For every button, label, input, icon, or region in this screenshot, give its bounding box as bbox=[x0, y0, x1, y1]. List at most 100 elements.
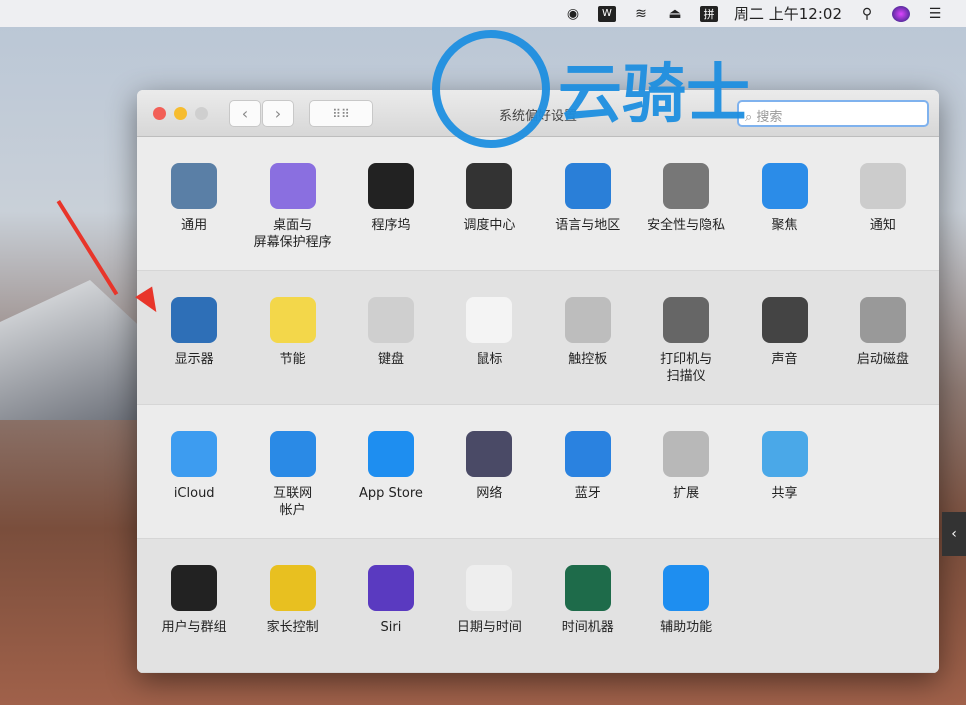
pane-label: 桌面与 屏幕保护程序 bbox=[253, 218, 332, 250]
preference-pane[interactable]: 程序坞 bbox=[342, 137, 440, 270]
preference-pane[interactable]: 语言与地区 bbox=[539, 137, 637, 270]
pane-label: 键盘 bbox=[377, 352, 404, 367]
system-preferences-window: ‹ › ⠿⠿ 系统偏好设置 ⌕ 搜索 通用 桌面与 屏幕保护程序 程序坞 调度中心 语言… bbox=[137, 90, 939, 673]
menu-clock[interactable]: 周二 上午12:02 bbox=[734, 3, 842, 24]
menu-bar: ◉ W ≋ ⏏ 拼 周二 上午12:02 ⚲ ☰ bbox=[0, 0, 966, 27]
pane-label: 安全性与隐私 bbox=[647, 218, 726, 233]
pane-label: 互联网 帐户 bbox=[273, 486, 313, 518]
pane-label: 时间机器 bbox=[561, 620, 614, 635]
preference-pane[interactable]: 通用 bbox=[145, 137, 243, 270]
preference-pane[interactable]: 桌面与 屏幕保护程序 bbox=[243, 137, 341, 270]
users-icon bbox=[171, 565, 218, 611]
preference-pane[interactable]: 显示器 bbox=[145, 271, 243, 404]
preference-pane[interactable]: 日期与时间 bbox=[440, 539, 538, 672]
at-icon bbox=[269, 431, 316, 477]
record-icon[interactable]: ◉ bbox=[564, 6, 582, 22]
wifi-icon[interactable]: ≋ bbox=[632, 6, 650, 22]
preference-pane[interactable]: 时间机器 bbox=[539, 539, 637, 672]
pane-label: App Store bbox=[359, 486, 423, 501]
preference-pane[interactable]: 打印机与 扫描仪 bbox=[637, 271, 735, 404]
sharing-folder-icon bbox=[761, 431, 808, 477]
icloud-icon bbox=[171, 431, 218, 477]
preference-pane[interactable]: 触控板 bbox=[539, 271, 637, 404]
watermark-logo: 云骑士 bbox=[432, 30, 750, 148]
preference-pane[interactable]: 安全性与隐私 bbox=[637, 137, 735, 270]
knight-logo-icon bbox=[432, 30, 550, 148]
time-machine-icon bbox=[564, 565, 611, 611]
pinyin-input-icon[interactable]: 拼 bbox=[700, 5, 718, 22]
preference-pane[interactable]: 蓝牙 bbox=[539, 405, 637, 538]
flag-icon bbox=[564, 163, 611, 209]
preference-pane[interactable]: 互联网 帐户 bbox=[243, 405, 341, 538]
preference-pane[interactable]: iCloud bbox=[145, 405, 243, 538]
eject-icon[interactable]: ⏏ bbox=[666, 6, 684, 22]
pane-label: 家长控制 bbox=[266, 620, 319, 635]
clock-icon bbox=[466, 565, 513, 611]
house-lock-icon bbox=[663, 163, 710, 209]
preference-pane[interactable]: 节能 bbox=[243, 271, 341, 404]
preference-pane[interactable]: 通知 bbox=[834, 137, 932, 270]
pane-label: 蓝牙 bbox=[574, 486, 601, 501]
parental-controls-icon bbox=[269, 565, 316, 611]
pane-label: 日期与时间 bbox=[456, 620, 522, 635]
general-icon bbox=[171, 163, 218, 209]
preference-pane[interactable]: 鼠标 bbox=[440, 271, 538, 404]
search-placeholder: 搜索 bbox=[756, 110, 783, 125]
preference-pane[interactable]: 网络 bbox=[440, 405, 538, 538]
pane-label: 调度中心 bbox=[463, 218, 516, 233]
pane-label: 通用 bbox=[181, 218, 208, 233]
preference-pane[interactable]: 家长控制 bbox=[243, 539, 341, 672]
notification-center-icon[interactable]: ☰ bbox=[926, 6, 944, 22]
siri-icon bbox=[367, 565, 414, 611]
preference-pane[interactable]: 扩展 bbox=[637, 405, 735, 538]
wallpaper-mountain bbox=[0, 280, 150, 420]
preference-pane[interactable]: 辅助功能 bbox=[637, 539, 735, 672]
preference-grid: 通用 桌面与 屏幕保护程序 程序坞 调度中心 语言与地区 安全性与隐私 聚焦 通知显示器 节能 键… bbox=[137, 137, 939, 673]
preference-row: 用户与群组 家长控制 Siri 日期与时间 时间机器 辅助功能 bbox=[137, 539, 939, 673]
accessibility-icon bbox=[663, 565, 710, 611]
preference-pane[interactable]: 键盘 bbox=[342, 271, 440, 404]
disk-icon bbox=[859, 297, 906, 343]
mission-control-icon bbox=[466, 163, 513, 209]
preference-pane[interactable]: 用户与群组 bbox=[145, 539, 243, 672]
pane-label: 打印机与 扫描仪 bbox=[660, 352, 713, 384]
pane-label: 启动磁盘 bbox=[856, 352, 909, 367]
search-input[interactable]: ⌕ 搜索 bbox=[737, 100, 929, 127]
pane-label: 触控板 bbox=[568, 352, 608, 367]
bluetooth-icon bbox=[564, 431, 611, 477]
pane-label: 显示器 bbox=[174, 352, 214, 367]
preference-row: iCloud 互联网 帐户 App Store 网络 蓝牙 扩展 共享 bbox=[137, 405, 939, 539]
preference-pane[interactable]: 启动磁盘 bbox=[834, 271, 932, 404]
speaker-icon bbox=[761, 297, 808, 343]
spotlight-search-icon[interactable]: ⚲ bbox=[858, 6, 876, 22]
wps-icon[interactable]: W bbox=[598, 5, 616, 22]
puzzle-icon bbox=[663, 431, 710, 477]
preference-pane[interactable]: 聚焦 bbox=[735, 137, 833, 270]
display-icon bbox=[171, 297, 218, 343]
side-collapse-tab[interactable]: ‹ bbox=[942, 512, 966, 556]
preference-row: 通用 桌面与 屏幕保护程序 程序坞 调度中心 语言与地区 安全性与隐私 聚焦 通知 bbox=[137, 137, 939, 271]
preference-pane[interactable]: 共享 bbox=[735, 405, 833, 538]
preference-pane[interactable]: App Store bbox=[342, 405, 440, 538]
pane-label: 通知 bbox=[869, 218, 896, 233]
pane-label: 用户与群组 bbox=[161, 620, 227, 635]
pane-label: 声音 bbox=[771, 352, 798, 367]
pane-label: 辅助功能 bbox=[660, 620, 713, 635]
pane-label: 鼠标 bbox=[476, 352, 503, 367]
dock-icon bbox=[367, 163, 414, 209]
preference-row: 显示器 节能 键盘 鼠标 触控板 打印机与 扫描仪 声音 启动磁盘 bbox=[137, 271, 939, 405]
keyboard-icon bbox=[367, 297, 414, 343]
pane-label: 语言与地区 bbox=[555, 218, 621, 233]
watermark-text: 云骑士 bbox=[558, 58, 750, 132]
app-store-icon bbox=[367, 431, 414, 477]
bulb-icon bbox=[269, 297, 316, 343]
pane-label: Siri bbox=[380, 620, 402, 635]
siri-icon[interactable] bbox=[892, 5, 910, 22]
preference-pane[interactable]: 调度中心 bbox=[440, 137, 538, 270]
notifications-icon bbox=[859, 163, 906, 209]
preference-pane[interactable]: 声音 bbox=[735, 271, 833, 404]
printer-icon bbox=[663, 297, 710, 343]
preference-pane[interactable]: Siri bbox=[342, 539, 440, 672]
trackpad-icon bbox=[564, 297, 611, 343]
pane-label: iCloud bbox=[173, 486, 215, 501]
